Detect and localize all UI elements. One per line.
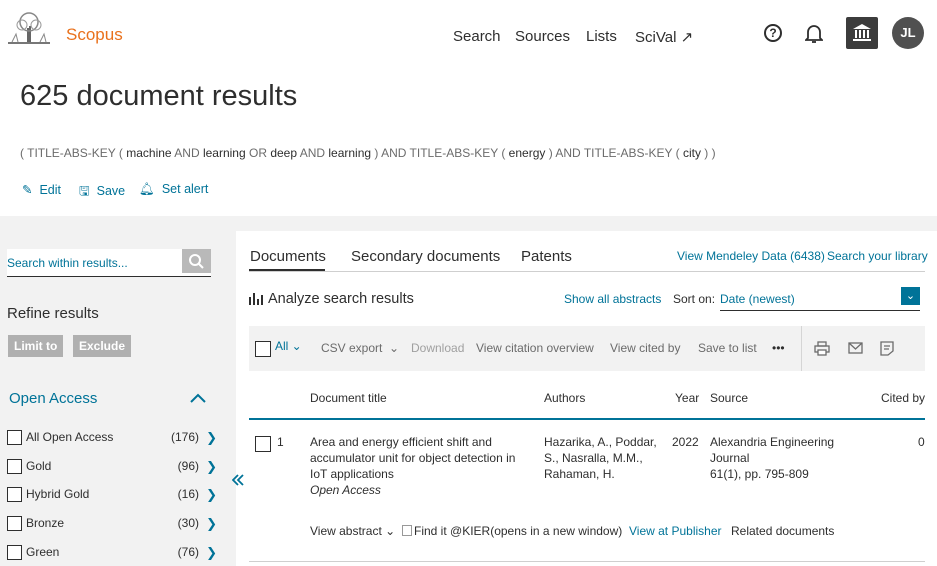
nav-search[interactable]: Search [453,28,501,45]
view-mendeley-data-link[interactable]: View Mendeley Data (6438) [677,249,825,263]
select-all-dropdown[interactable]: All ⌄ [275,339,302,353]
facet-gold[interactable]: Gold (96) ❯ [7,457,219,477]
tab-documents[interactable]: Documents [250,248,326,265]
nav-sources[interactable]: Sources [515,28,570,45]
open-access-facet-header[interactable]: Open Access [9,390,97,407]
save-query-button[interactable]: 🖫 Save [79,182,125,203]
more-options-button[interactable]: ••• [772,341,785,355]
table-header-divider [249,418,925,420]
results-toolbar: All ⌄ CSV export ⌄ Download View citatio… [249,326,925,371]
row-divider [249,561,925,562]
facet-checkbox[interactable] [7,516,22,531]
row-checkbox[interactable] [255,436,271,452]
print-icon[interactable] [814,341,830,356]
cited-by-count[interactable]: 0 [918,434,925,450]
scopus-brand[interactable]: Scopus [66,25,123,45]
open-access-label: Open Access [310,483,381,497]
column-year[interactable]: Year [675,391,699,405]
chevron-right-icon[interactable]: ❯ [206,487,217,503]
sort-label: Sort on: [673,292,716,306]
elsevier-logo-icon [8,12,50,46]
column-document-title[interactable]: Document title [310,391,387,405]
search-within-button[interactable] [182,249,211,273]
facet-checkbox[interactable] [7,430,22,445]
tab-secondary-documents[interactable]: Secondary documents [351,248,500,265]
save-to-list-button[interactable]: Save to list [698,341,757,355]
chevron-right-icon[interactable]: ❯ [206,545,217,561]
facet-green[interactable]: Green (76) ❯ [7,543,219,563]
view-at-publisher-link[interactable]: View at Publisher [629,524,722,538]
save-icon: 🖫 [79,184,90,198]
toolbar-divider [801,326,802,371]
exclude-button[interactable]: Exclude [73,335,132,357]
nav-lists[interactable]: Lists [586,28,617,45]
search-query: ( TITLE-ABS-KEY ( machine AND learning O… [20,146,716,160]
facet-checkbox[interactable] [7,487,22,502]
bell-small-icon: 🔔︎ [139,182,155,196]
collapse-sidebar-icon[interactable] [232,474,244,486]
authors-cell[interactable]: Hazarika, A., Poddar, S., Nasralla, M.M.… [544,434,669,482]
tab-patents[interactable]: Patents [521,248,572,265]
pencil-icon: ✎ [22,183,33,197]
bar-chart-icon [249,291,264,305]
search-icon [189,254,204,269]
related-documents-link[interactable]: Related documents [731,524,834,538]
column-source[interactable]: Source [710,391,748,405]
chevron-right-icon[interactable]: ❯ [206,459,217,475]
facet-all-open-access[interactable]: All Open Access (176) ❯ [7,428,219,448]
analyze-search-results[interactable]: Analyze search results [249,291,414,307]
sort-select[interactable]: Date (newest) ⌄ [720,287,920,311]
source-cell[interactable]: Alexandria Engineering Journal 61(1), pp… [710,434,870,482]
facet-checkbox[interactable] [7,459,22,474]
view-citation-overview-button[interactable]: View citation overview [476,341,594,355]
column-cited-by[interactable]: Cited by [881,391,925,405]
search-within-results[interactable]: Search within results... [7,249,211,277]
search-your-library-link[interactable]: Search your library [827,249,928,263]
institution-icon[interactable] [846,17,878,49]
chevron-right-icon[interactable]: ❯ [206,516,217,532]
tabs-divider [249,271,925,272]
set-alert-button[interactable]: 🔔︎ Set alert [139,182,208,197]
chevron-down-icon[interactable]: ⌄ [901,287,920,305]
help-icon[interactable]: ? [764,24,782,42]
show-all-abstracts-link[interactable]: Show all abstracts [564,292,661,306]
view-abstract-toggle[interactable]: View abstract ⌄ [310,524,395,538]
facet-bronze[interactable]: Bronze (30) ❯ [7,514,219,534]
facet-checkbox[interactable] [7,545,22,560]
download-button[interactable]: Download [411,341,464,355]
facet-hybrid-gold[interactable]: Hybrid Gold (16) ❯ [7,485,219,505]
refine-results-title: Refine results [7,305,99,322]
nav-scival[interactable]: SciVal ↗ [635,28,693,46]
find-it-link[interactable]: Find it @KIER(opens in a new window) [402,524,622,538]
chevron-up-icon[interactable] [190,393,206,403]
document-title-link[interactable]: Area and energy efficient shift and accu… [310,434,535,498]
column-authors[interactable]: Authors [544,391,585,405]
bibliography-icon[interactable] [880,341,894,356]
limit-to-button[interactable]: Limit to [8,335,64,357]
email-icon[interactable] [848,342,863,354]
chevron-down-icon: ⌄ [385,524,396,538]
select-all-checkbox[interactable] [255,341,271,357]
broken-image-icon [402,525,412,536]
csv-export-button[interactable]: CSV export ⌄ [321,341,399,355]
chevron-right-icon[interactable]: ❯ [206,430,217,446]
year-cell: 2022 [672,435,699,449]
user-avatar[interactable]: JL [892,17,924,49]
row-number: 1 [277,435,284,449]
bell-icon[interactable] [805,24,823,44]
edit-query-button[interactable]: ✎ Edit [22,182,61,197]
view-cited-by-button[interactable]: View cited by [610,341,680,355]
page-title: 625 document results [20,80,298,112]
